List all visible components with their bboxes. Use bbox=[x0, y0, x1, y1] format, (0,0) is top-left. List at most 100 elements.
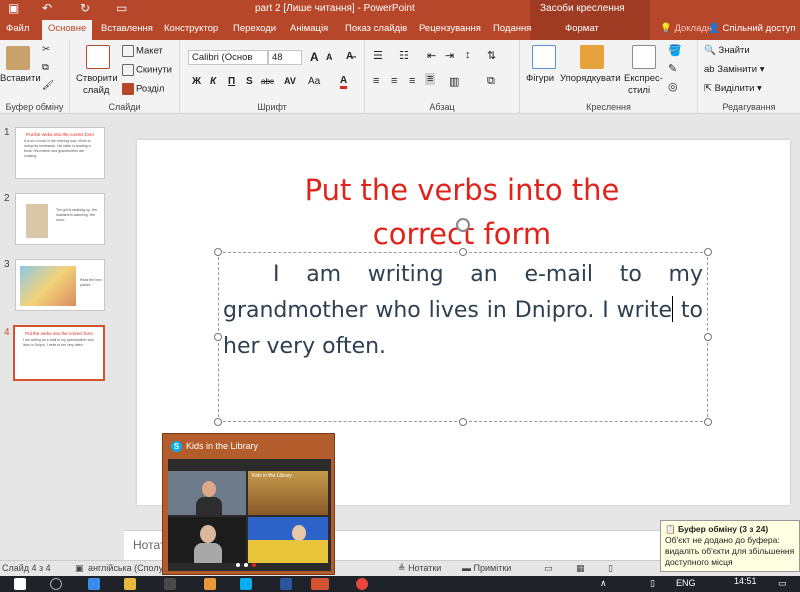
edge-icon[interactable] bbox=[88, 578, 100, 590]
redo-icon[interactable]: ↻ bbox=[80, 1, 90, 15]
change-case-button[interactable]: Aa bbox=[308, 76, 320, 87]
font-color-button[interactable]: A bbox=[340, 75, 348, 89]
notifications-icon[interactable]: ▭ bbox=[778, 578, 787, 589]
increase-indent-icon[interactable]: ⇥ bbox=[445, 49, 454, 62]
file-explorer-icon[interactable] bbox=[124, 578, 136, 590]
slide-thumbnail-2[interactable]: The girl is washing up. Her husband is w… bbox=[15, 193, 105, 245]
copy-icon[interactable]: ⧉ bbox=[42, 62, 49, 73]
resize-handle-top[interactable] bbox=[459, 248, 467, 256]
shapes-icon[interactable] bbox=[532, 45, 556, 69]
powerpoint-taskbar-icon[interactable] bbox=[311, 578, 329, 590]
resize-handle-bottom-left[interactable] bbox=[214, 418, 222, 426]
undo-icon[interactable]: ↶ bbox=[42, 1, 52, 15]
search-icon[interactable] bbox=[50, 578, 62, 590]
quick-styles-icon[interactable] bbox=[632, 45, 656, 69]
resize-handle-bottom-right[interactable] bbox=[704, 418, 712, 426]
tab-format[interactable]: Формат bbox=[565, 23, 599, 34]
tab-transitions[interactable]: Переходи bbox=[233, 23, 276, 34]
clipboard-notification[interactable]: 📋 Буфер обміну (3 з 24) Об'єкт не додано… bbox=[660, 520, 800, 572]
italic-button[interactable]: К bbox=[210, 76, 216, 87]
reset-button[interactable]: Скинути bbox=[122, 64, 172, 76]
replace-button[interactable]: ab Замінити ▾ bbox=[704, 64, 765, 75]
spellcheck-icon[interactable]: ▣ bbox=[75, 563, 84, 574]
text-direction-icon[interactable]: ⇅ bbox=[487, 49, 496, 62]
smartart-icon[interactable]: ⧉ bbox=[487, 75, 495, 88]
cut-icon[interactable]: ✂ bbox=[42, 44, 50, 55]
arrange-button[interactable]: Упорядкувати bbox=[560, 73, 621, 84]
paste-button[interactable]: Вставити bbox=[0, 73, 41, 84]
shape-outline-icon[interactable]: ✎ bbox=[668, 62, 677, 75]
slide-body-text[interactable]: I am writing an e-mail to my grandmother… bbox=[223, 257, 703, 365]
new-slide-button-line2[interactable]: слайд bbox=[83, 85, 109, 96]
tab-design[interactable]: Конструктор bbox=[164, 23, 218, 34]
select-button[interactable]: ⇱ Виділити ▾ bbox=[704, 83, 762, 94]
format-painter-icon[interactable]: 🖌 bbox=[42, 80, 54, 91]
normal-view-icon[interactable]: ▭ bbox=[544, 563, 553, 574]
tell-me-search[interactable]: 💡 Докладні bbox=[660, 23, 714, 34]
windows-start-icon[interactable] bbox=[14, 578, 26, 590]
slide-thumbnail-4[interactable]: Put the verbs into the correct form I am… bbox=[13, 325, 105, 381]
shadow-icon[interactable]: S bbox=[246, 76, 253, 87]
language-indicator[interactable]: англійська (Сполу bbox=[88, 563, 163, 573]
shapes-button[interactable]: Фігури bbox=[526, 73, 554, 84]
quick-styles-button-line2[interactable]: стилі bbox=[628, 85, 650, 96]
find-button[interactable]: 🔍 Знайти bbox=[704, 45, 750, 56]
skype-preview-window[interactable]: S Kids in the Library Kids in the Library bbox=[162, 433, 335, 575]
store-icon[interactable] bbox=[164, 578, 176, 590]
slide-title[interactable]: Put the verbs into the correct form bbox=[237, 168, 687, 256]
shrink-font-button[interactable]: A bbox=[326, 52, 333, 62]
underline-button[interactable]: П bbox=[228, 76, 235, 87]
call-control-icon[interactable] bbox=[236, 563, 240, 567]
tab-slide-show[interactable]: Показ слайдів bbox=[345, 23, 407, 34]
comments-toggle[interactable]: ▬ Примітки bbox=[462, 563, 511, 573]
character-spacing-button[interactable]: AV bbox=[284, 76, 296, 86]
input-language[interactable]: ENG bbox=[676, 578, 696, 588]
tray-chevron-icon[interactable]: ∧ bbox=[600, 578, 607, 589]
align-left-icon[interactable]: ≡ bbox=[373, 75, 379, 87]
clock[interactable]: 14:51 bbox=[734, 576, 757, 586]
align-right-icon[interactable]: ≡ bbox=[409, 75, 415, 87]
skype-taskbar-icon[interactable] bbox=[240, 578, 252, 590]
chrome-icon[interactable] bbox=[356, 578, 368, 590]
tab-animations[interactable]: Анімація bbox=[290, 23, 328, 34]
columns-icon[interactable]: ▥ bbox=[449, 75, 459, 88]
notes-toggle[interactable]: ≜ Нотатки bbox=[398, 563, 441, 574]
share-button[interactable]: 👤 Спільний доступ bbox=[708, 23, 796, 34]
new-slide-button[interactable]: Створити bbox=[76, 73, 118, 84]
resize-handle-top-right[interactable] bbox=[704, 248, 712, 256]
network-icon[interactable]: ▯ bbox=[650, 578, 655, 589]
clear-formatting-icon[interactable]: A̶ bbox=[346, 51, 353, 62]
save-icon[interactable]: ▣ bbox=[8, 1, 19, 15]
resize-handle-top-left[interactable] bbox=[214, 248, 222, 256]
new-slide-icon[interactable] bbox=[86, 45, 110, 69]
reading-view-icon[interactable]: ▯ bbox=[608, 563, 613, 574]
end-call-icon[interactable] bbox=[252, 563, 256, 567]
numbering-icon[interactable]: ☷ bbox=[399, 49, 409, 62]
start-from-beginning-icon[interactable]: ▭ bbox=[116, 1, 127, 15]
align-center-icon[interactable]: ≡ bbox=[391, 75, 397, 87]
tab-review[interactable]: Рецензування bbox=[419, 23, 481, 34]
layout-button[interactable]: Макет bbox=[122, 45, 163, 57]
tab-insert[interactable]: Вставлення bbox=[101, 23, 153, 34]
arrange-icon[interactable] bbox=[580, 45, 604, 69]
font-name-dropdown[interactable]: Calibri (Основ bbox=[188, 50, 268, 65]
slide-thumbnail-1[interactable]: Put the verbs into the correct form It i… bbox=[15, 127, 105, 179]
word-icon[interactable] bbox=[280, 578, 292, 590]
shape-effects-icon[interactable]: ◎ bbox=[668, 80, 678, 93]
slide-thumbnail-3[interactable]: Read the new picture. bbox=[15, 259, 105, 311]
paste-icon[interactable] bbox=[6, 46, 30, 70]
tab-home[interactable]: Основне bbox=[42, 20, 93, 40]
resize-handle-right[interactable] bbox=[704, 333, 712, 341]
tab-view[interactable]: Подання bbox=[493, 23, 531, 34]
rotation-handle[interactable] bbox=[456, 218, 470, 232]
shape-fill-icon[interactable]: 🪣 bbox=[668, 44, 682, 57]
grow-font-button[interactable]: A bbox=[310, 50, 319, 64]
bullets-icon[interactable]: ☰ bbox=[373, 49, 383, 62]
resize-handle-bottom[interactable] bbox=[459, 418, 467, 426]
resize-handle-left[interactable] bbox=[214, 333, 222, 341]
tab-file[interactable]: Файл bbox=[6, 23, 29, 34]
font-size-dropdown[interactable]: 48 bbox=[268, 50, 302, 65]
call-control-icon[interactable] bbox=[244, 563, 248, 567]
bold-button[interactable]: Ж bbox=[192, 76, 201, 87]
justify-icon[interactable]: ≡ bbox=[425, 73, 436, 85]
